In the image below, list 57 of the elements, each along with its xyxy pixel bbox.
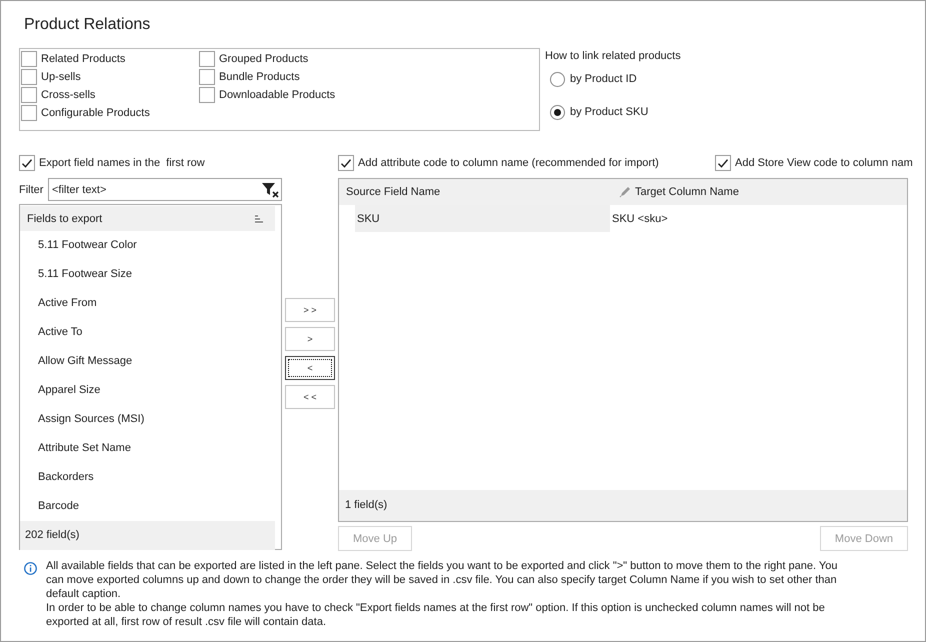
checkmark-icon: [22, 158, 32, 168]
checkbox[interactable]: [21, 87, 37, 103]
checkbox-label[interactable]: Grouped Products: [219, 52, 308, 66]
clear-filter-icon[interactable]: [261, 182, 279, 198]
transfer-button[interactable]: < <: [285, 385, 335, 409]
list-item[interactable]: 5.11 Footwear Size: [20, 260, 132, 289]
checkbox-label[interactable]: Add Store View code to column nam: [735, 156, 913, 170]
list-footer: 202 field(s): [20, 521, 275, 550]
group-label: How to link related products: [545, 49, 681, 63]
info-icon: [24, 562, 37, 575]
checkbox[interactable]: [199, 87, 215, 103]
table-cell: SKU: [355, 205, 610, 232]
list-item[interactable]: Attribute Set Name: [20, 434, 131, 463]
sort-icon: [255, 214, 263, 222]
dialog-title: Product Relations: [24, 15, 150, 35]
checkbox[interactable]: [21, 105, 37, 121]
list-item[interactable]: Active To: [20, 318, 82, 347]
list-item[interactable]: Assign Sources (MSI): [20, 405, 144, 434]
checkmark-icon: [718, 158, 728, 168]
transfer-button[interactable]: >: [285, 327, 335, 351]
transfer-button[interactable]: <: [285, 356, 335, 380]
list-item[interactable]: Allow Gift Message: [20, 347, 132, 376]
list-item[interactable]: Barcode: [20, 492, 79, 521]
list-item[interactable]: Backorders: [20, 463, 94, 492]
checkbox[interactable]: [338, 155, 354, 171]
radio-label[interactable]: by Product ID: [570, 72, 637, 86]
list-item[interactable]: 5.11 Footwear Color: [20, 231, 137, 260]
checkbox-label[interactable]: Cross-sells: [41, 88, 96, 102]
checkbox-label[interactable]: Downloadable Products: [219, 88, 336, 102]
checkbox[interactable]: [199, 51, 215, 67]
filter-field[interactable]: <filter text>: [48, 178, 282, 201]
checkbox-label[interactable]: Bundle Products: [219, 70, 300, 84]
column-header[interactable]: Source Field Name: [339, 179, 610, 205]
list-item[interactable]: Apparel Size: [20, 376, 100, 405]
list-item[interactable]: Active From: [20, 289, 97, 318]
checkbox-label[interactable]: Up-sells: [41, 70, 81, 84]
checkbox-label[interactable]: Configurable Products: [41, 106, 150, 120]
list-header[interactable]: Fields to export: [20, 206, 275, 231]
checkmark-icon: [341, 158, 351, 168]
checkbox[interactable]: [21, 69, 37, 85]
column-header[interactable]: Target Column Name: [610, 179, 907, 205]
table-cell[interactable]: SKU <sku>: [610, 205, 907, 232]
info-paragraph: In order to be able to change column names you have to check "Export fields names at the first row" option. If this option is unchecked column names will not be exported at all, first row of result .csv file will contain data.: [46, 601, 826, 629]
radio-button[interactable]: [550, 72, 565, 86]
info-paragraph: All available fields that can be exported are listed in the left pane. Select the fields you want to be exported and click ">" button to move them to the right pane. You can move exported columns up and down to change the order they will be saved in .csv file. You can also specify target Column Name if you wish to set other than default caption.: [46, 559, 838, 601]
transfer-button[interactable]: > >: [285, 298, 335, 322]
radio-button[interactable]: [550, 104, 565, 120]
checkbox[interactable]: [21, 51, 37, 67]
checkbox-label[interactable]: Related Products: [41, 52, 126, 66]
checkbox[interactable]: [19, 155, 35, 171]
checkbox[interactable]: [199, 69, 215, 85]
checkbox[interactable]: [715, 155, 731, 171]
checkbox-label[interactable]: Add attribute code to column name (recommended for import): [358, 156, 659, 170]
checkbox-label[interactable]: Export field names in the first row: [39, 156, 205, 170]
radio-label[interactable]: by Product SKU: [570, 105, 648, 119]
grid-footer: 1 field(s): [339, 490, 907, 521]
filter-label: Filter: [19, 184, 44, 196]
